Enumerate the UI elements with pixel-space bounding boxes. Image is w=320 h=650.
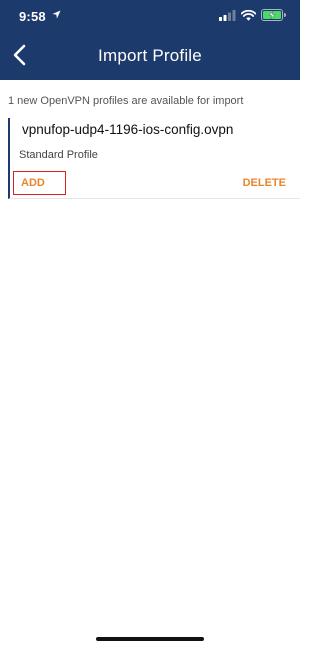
profile-type: Standard Profile — [19, 149, 98, 161]
status-time: 9:58 — [19, 9, 46, 24]
wifi-icon — [241, 10, 256, 21]
battery-charging-icon — [261, 9, 286, 21]
profile-card: vpnufop-udp4-1196-ios-config.ovpn Standa… — [8, 118, 300, 199]
status-bar: 9:58 — [0, 0, 300, 30]
delete-button[interactable]: DELETE — [243, 177, 286, 189]
import-info-text: 1 new OpenVPN profiles are available for… — [8, 95, 244, 107]
location-arrow-icon — [52, 10, 61, 19]
page-title: Import Profile — [98, 46, 202, 65]
status-icons — [219, 9, 286, 21]
profile-filename: vpnufop-udp4-1196-ios-config.ovpn — [22, 122, 234, 137]
home-indicator[interactable] — [96, 637, 204, 641]
nav-bar: Import Profile — [0, 30, 300, 80]
add-button[interactable]: ADD — [13, 171, 66, 195]
cellular-signal-icon — [219, 10, 236, 21]
